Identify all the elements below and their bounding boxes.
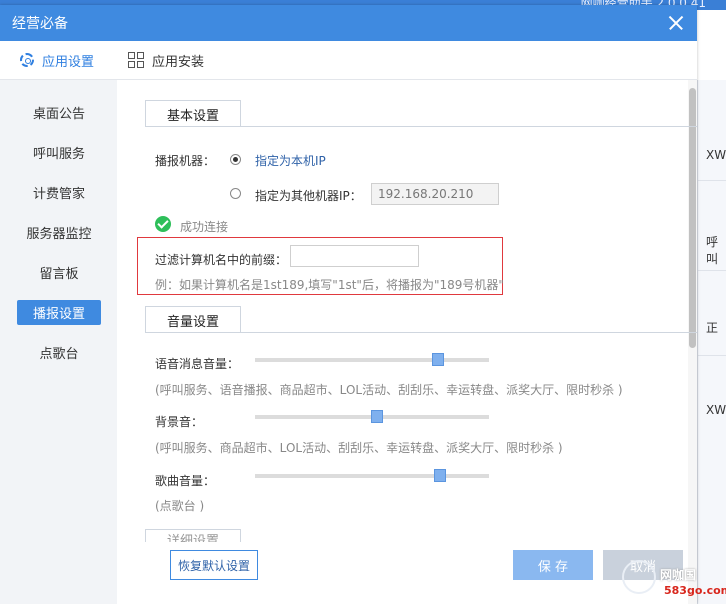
watermark-text: 网咖国 bbox=[660, 568, 697, 582]
sidebar-item-broadcast-settings[interactable]: 播报设置 bbox=[17, 300, 101, 325]
slider-thumb[interactable] bbox=[370, 410, 383, 423]
sidebar-item-message-board[interactable]: 留言板 bbox=[17, 260, 101, 285]
settings-content: 基本设置 播报机器： 指定为本机IP 指定为其他机器IP： 成功连接 过滤计算机… bbox=[117, 80, 697, 604]
prefix-label: 过滤计算机名中的前缀： bbox=[155, 253, 288, 267]
divider bbox=[145, 332, 697, 333]
sidebar-item-billing[interactable]: 计费管家 bbox=[17, 180, 101, 205]
background-text: 呼叫 bbox=[706, 235, 719, 266]
song-volume-desc: (点歌台 ) bbox=[155, 499, 205, 513]
slider-thumb[interactable] bbox=[433, 469, 446, 482]
prefix-hint: 例：如果计算机名是1st189,填写"1st"后，将播报为"189号机器" bbox=[155, 278, 504, 292]
close-icon[interactable] bbox=[665, 12, 687, 34]
voice-volume-desc: (呼叫服务、语音播报、商品超市、LOL活动、刮刮乐、幸运转盘、派奖大厅、限时秒杀… bbox=[155, 383, 623, 397]
section-volume-tab[interactable]: 音量设置 bbox=[145, 306, 241, 333]
check-circle-icon bbox=[155, 216, 171, 232]
dialog-titlebar: 经营必备 bbox=[0, 5, 697, 41]
settings-dialog: 经营必备 应用设置 应用安装 桌面公告 呼叫服务 计费管家 服务器监控 留言板 … bbox=[0, 5, 697, 604]
reset-defaults-button[interactable]: 恢复默认设置 bbox=[170, 550, 258, 580]
tab-app-install[interactable]: 应用安装 bbox=[128, 51, 204, 70]
option-local-ip-label[interactable]: 指定为本机IP bbox=[255, 152, 326, 169]
background-music-slider[interactable] bbox=[255, 410, 489, 423]
radio-local-ip[interactable] bbox=[230, 154, 241, 165]
watermark-logo: 网咖国 583go.com bbox=[620, 560, 726, 604]
save-button[interactable]: 保 存 bbox=[513, 550, 593, 580]
section-detail-tab[interactable]: 详细设置 bbox=[145, 529, 241, 542]
dialog-body: 桌面公告 呼叫服务 计费管家 服务器监控 留言板 播报设置 点歌台 基本设置 播… bbox=[0, 80, 697, 604]
background-music-desc: (呼叫服务、商品超市、LOL活动、刮刮乐、幸运转盘、派奖大厅、限时秒杀 ) bbox=[155, 441, 563, 455]
divider bbox=[698, 270, 726, 271]
background-text: XW bbox=[706, 403, 726, 417]
slider-thumb[interactable] bbox=[431, 353, 444, 366]
connection-status: 成功连接 bbox=[180, 220, 229, 234]
top-nav: 应用设置 应用安装 bbox=[0, 41, 697, 80]
background-text: 正 bbox=[706, 321, 719, 335]
voice-volume-label: 语音消息音量： bbox=[155, 357, 240, 371]
section-basic-tab[interactable]: 基本设置 bbox=[145, 100, 241, 127]
divider bbox=[698, 355, 726, 356]
sidebar-item-server-monitor[interactable]: 服务器监控 bbox=[17, 220, 101, 245]
divider bbox=[698, 180, 726, 181]
sidebar-item-call-service[interactable]: 呼叫服务 bbox=[17, 140, 101, 165]
machine-label: 播报机器： bbox=[155, 154, 216, 168]
dialog-title: 经营必备 bbox=[12, 16, 68, 32]
watermark-circle-icon bbox=[622, 560, 656, 594]
song-volume-label: 歌曲音量： bbox=[155, 474, 216, 488]
grid-icon bbox=[128, 52, 145, 68]
prefix-input[interactable] bbox=[290, 245, 419, 267]
gear-icon bbox=[20, 53, 34, 67]
sidebar: 桌面公告 呼叫服务 计费管家 服务器监控 留言板 播报设置 点歌台 bbox=[0, 80, 117, 604]
sidebar-item-desktop-notice[interactable]: 桌面公告 bbox=[17, 100, 101, 125]
ip-address-input[interactable] bbox=[371, 183, 499, 205]
vertical-scrollbar[interactable] bbox=[688, 80, 697, 604]
divider bbox=[145, 126, 697, 127]
background-text: XW bbox=[706, 148, 726, 162]
tab-label: 应用安装 bbox=[152, 54, 205, 70]
tab-app-settings[interactable]: 应用设置 bbox=[20, 51, 94, 70]
song-volume-slider[interactable] bbox=[255, 469, 489, 482]
option-other-ip-label[interactable]: 指定为其他机器IP： bbox=[255, 187, 362, 204]
tab-label: 应用设置 bbox=[42, 54, 95, 70]
scrollbar-thumb[interactable] bbox=[689, 88, 696, 348]
background-music-label: 背景音： bbox=[155, 415, 204, 429]
voice-volume-slider[interactable] bbox=[255, 353, 489, 366]
background-app-panel: XW 呼叫 正 XW bbox=[697, 80, 726, 604]
radio-other-ip[interactable] bbox=[230, 188, 241, 199]
watermark-domain: 583go.com bbox=[664, 584, 726, 597]
sidebar-item-song-request[interactable]: 点歌台 bbox=[17, 340, 101, 365]
